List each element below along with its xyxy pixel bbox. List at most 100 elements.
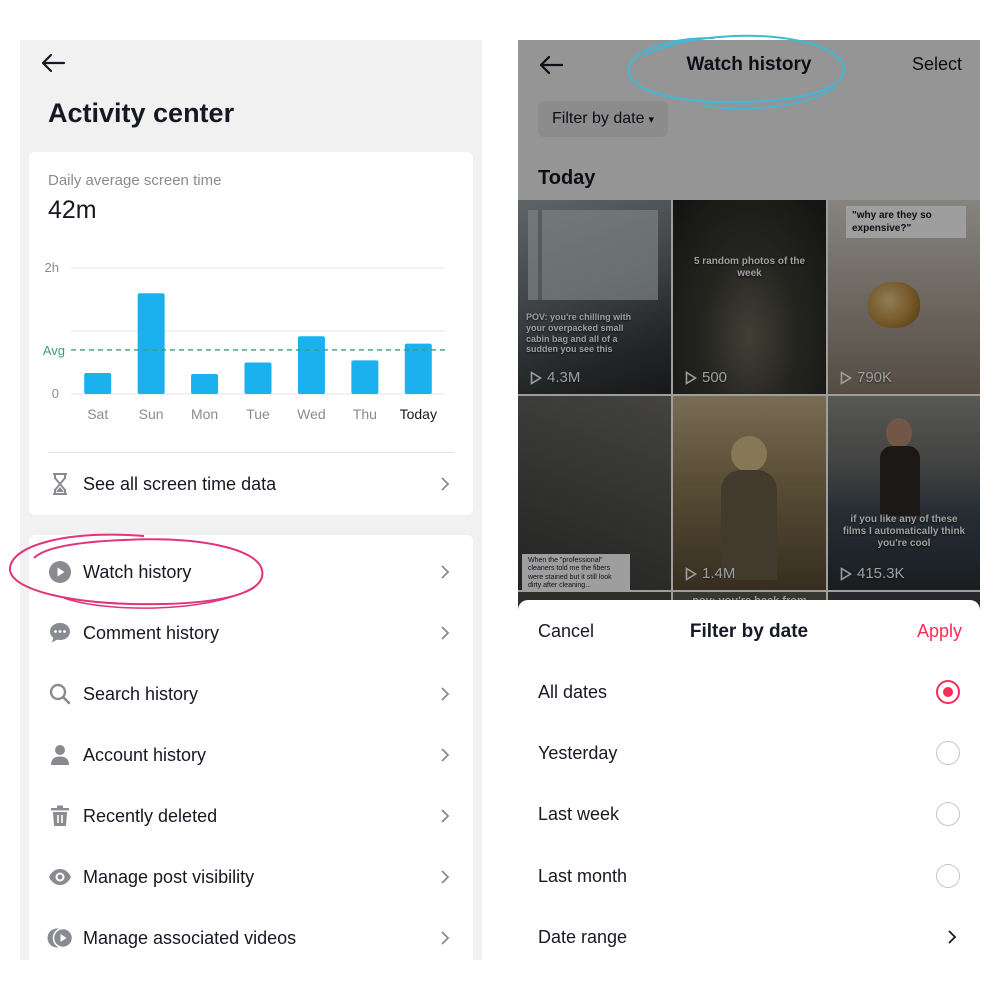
menu-item-recently-deleted[interactable]: Recently deleted bbox=[29, 793, 473, 839]
person-figure-graphic bbox=[886, 418, 912, 448]
back-arrow-button[interactable] bbox=[38, 48, 68, 78]
option-last-month[interactable]: Last month bbox=[518, 854, 980, 898]
thumbnail-caption: 5 random photos of the week bbox=[693, 256, 806, 279]
view-count-value: 415.3K bbox=[857, 565, 905, 582]
video-thumbnail[interactable]: 1.4M bbox=[673, 396, 826, 590]
radio-unselected-icon[interactable] bbox=[936, 741, 960, 765]
option-date-range[interactable]: Date range bbox=[518, 915, 980, 959]
chart-xtick-label: Wed bbox=[297, 406, 326, 422]
chevron-right-icon bbox=[435, 869, 455, 885]
comment-bubble-icon bbox=[47, 620, 73, 646]
trash-icon bbox=[47, 803, 73, 829]
chevron-right-icon bbox=[435, 476, 455, 492]
option-label: Date range bbox=[538, 926, 628, 947]
chart-bar bbox=[297, 336, 325, 394]
view-count: 4.3M bbox=[530, 369, 580, 386]
thumbnail-caption: POV: you're chilling with your overpacke… bbox=[526, 312, 632, 355]
airport-window-graphic bbox=[528, 210, 658, 300]
chart-average-label: Avg bbox=[43, 343, 65, 358]
video-thumbnail[interactable]: 5 random photos of the week 500 bbox=[673, 200, 826, 394]
video-thumbnail[interactable]: "why are they so expensive?" 790K bbox=[828, 200, 980, 394]
radio-unselected-icon[interactable] bbox=[936, 864, 960, 888]
screen-time-caption: Daily average screen time bbox=[48, 172, 222, 189]
thumbnail-caption: When the "professional" cleaners told me… bbox=[522, 554, 630, 590]
chevron-right-icon bbox=[435, 930, 455, 946]
back-arrow-icon bbox=[41, 53, 66, 73]
chart-bar bbox=[404, 343, 432, 394]
view-count-value: 1.4M bbox=[702, 565, 736, 582]
option-all-dates[interactable]: All dates bbox=[518, 670, 980, 714]
eye-icon bbox=[47, 864, 73, 890]
option-label: Yesterday bbox=[538, 742, 618, 763]
chevron-right-icon bbox=[435, 686, 455, 702]
associated-videos-icon bbox=[47, 925, 73, 951]
chart-ytick-label: 0 bbox=[52, 386, 59, 401]
play-outline-icon bbox=[840, 370, 852, 385]
card-divider bbox=[48, 452, 454, 453]
radio-selected-icon[interactable] bbox=[936, 680, 960, 704]
activity-center-screen: Activity center Daily average screen tim… bbox=[20, 40, 482, 960]
radio-unselected-icon[interactable] bbox=[936, 802, 960, 826]
sheet-title: Filter by date bbox=[689, 621, 809, 642]
see-all-label: See all screen time data bbox=[83, 473, 277, 494]
person-figure-graphic bbox=[731, 436, 767, 472]
pink-annotation-circle bbox=[8, 533, 264, 609]
option-yesterday[interactable]: Yesterday bbox=[518, 731, 980, 775]
view-count-value: 500 bbox=[702, 369, 728, 386]
chevron-right-icon bbox=[435, 625, 455, 641]
chart-ytick-label: 2h bbox=[45, 260, 59, 275]
menu-item-manage-associated-videos[interactable]: Manage associated videos bbox=[29, 915, 473, 960]
chevron-right-icon bbox=[435, 564, 455, 580]
video-thumbnail[interactable]: POV: you're chilling with your overpacke… bbox=[518, 200, 671, 394]
apply-button[interactable]: Apply bbox=[917, 621, 962, 642]
view-count: 500 bbox=[685, 369, 727, 386]
view-count-value: 4.3M bbox=[547, 369, 581, 386]
chevron-right-icon bbox=[942, 929, 962, 945]
menu-item-account-history[interactable]: Account history bbox=[29, 732, 473, 778]
option-label: All dates bbox=[538, 681, 608, 702]
chart-xtick-label: Sat bbox=[87, 406, 108, 422]
page-title: Activity center bbox=[48, 98, 235, 128]
screen-time-card: Daily average screen time 42m 0 2h Sat Sun M… bbox=[29, 152, 473, 515]
video-thumbnail[interactable]: When the "professional" cleaners told me… bbox=[518, 396, 671, 590]
person-icon bbox=[47, 742, 73, 768]
video-thumbnail[interactable]: if you like any of these films I automat… bbox=[828, 396, 980, 590]
screen-time-chart: 0 2h Sat Sun Mon Tue Wed Thu Today Avg bbox=[43, 260, 445, 422]
chart-bar bbox=[84, 373, 112, 394]
select-button[interactable]: Select bbox=[912, 54, 962, 75]
chevron-right-icon bbox=[435, 808, 455, 824]
gold-ring-graphic bbox=[868, 282, 920, 328]
menu-label: Manage associated videos bbox=[83, 927, 297, 948]
menu-label: Search history bbox=[83, 683, 199, 704]
chart-xtick-label: Today bbox=[400, 406, 437, 422]
view-count-value: 790K bbox=[857, 369, 893, 386]
watch-history-grid: POV: you're chilling with your overpacke… bbox=[518, 200, 980, 640]
chart-xtick-label: Mon bbox=[191, 406, 218, 422]
chart-xtick-label: Sun bbox=[139, 406, 164, 422]
chevron-right-icon bbox=[435, 747, 455, 763]
thumbnail-caption: if you like any of these films I automat… bbox=[842, 514, 966, 549]
option-label: Last week bbox=[538, 803, 620, 824]
person-figure-graphic bbox=[880, 446, 920, 516]
play-outline-icon bbox=[685, 566, 697, 581]
search-icon bbox=[47, 681, 73, 707]
play-outline-icon bbox=[530, 370, 542, 385]
watch-history-screen: Watch history Select Filter by date ▾ To… bbox=[518, 40, 980, 960]
chart-xtick-label: Thu bbox=[353, 406, 377, 422]
menu-item-search-history[interactable]: Search history bbox=[29, 671, 473, 717]
menu-label: Manage post visibility bbox=[83, 866, 255, 887]
view-count: 415.3K bbox=[840, 565, 905, 582]
see-all-screen-time-row[interactable]: See all screen time data bbox=[29, 467, 473, 501]
option-last-week[interactable]: Last week bbox=[518, 792, 980, 836]
menu-label: Account history bbox=[83, 744, 207, 765]
option-label: Last month bbox=[538, 865, 628, 886]
blue-annotation-circle bbox=[627, 34, 846, 110]
menu-item-manage-post-visibility[interactable]: Manage post visibility bbox=[29, 854, 473, 900]
screen-time-value: 42m bbox=[48, 196, 97, 224]
thumbnail-caption: "why are they so expensive?" bbox=[846, 206, 966, 238]
chart-bar bbox=[351, 360, 379, 394]
hourglass-icon bbox=[47, 471, 73, 497]
chart-bar bbox=[137, 293, 165, 394]
chart-bar bbox=[244, 362, 272, 394]
menu-label: Recently deleted bbox=[83, 805, 218, 826]
